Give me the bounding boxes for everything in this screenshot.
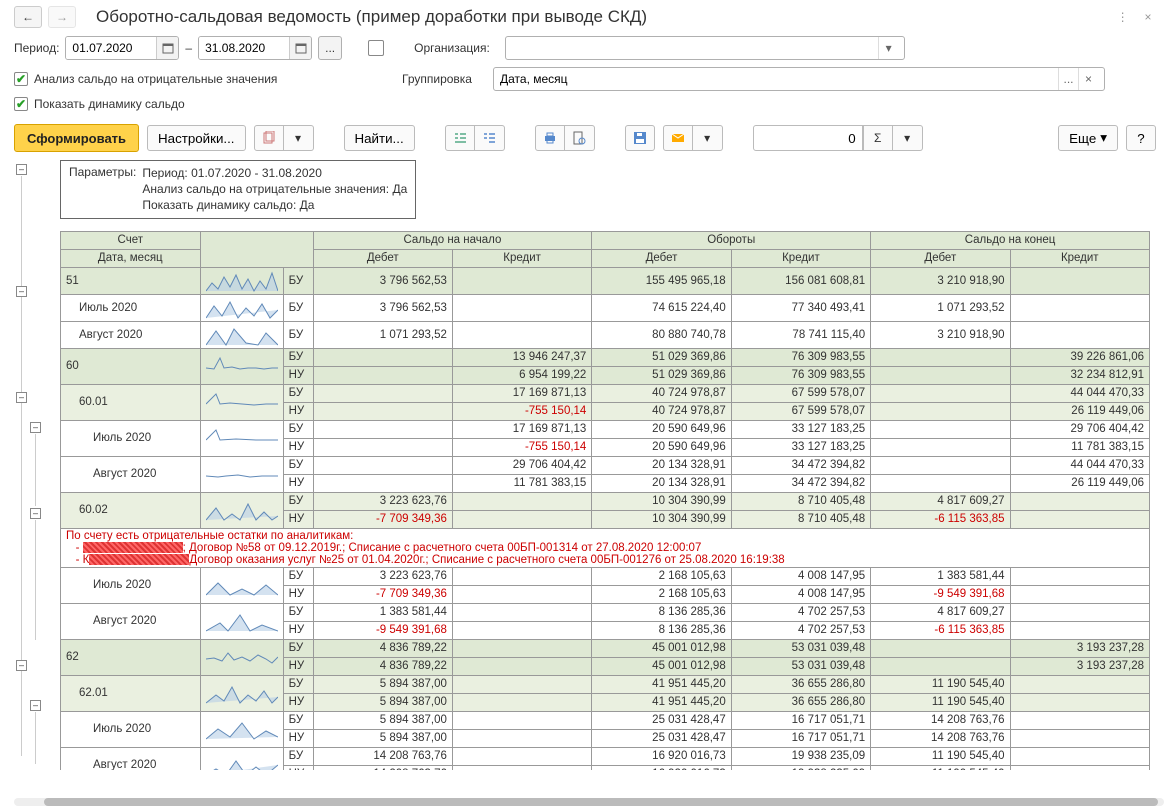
org-enable-checkbox[interactable] <box>368 40 384 56</box>
expand-tree-icon[interactable] <box>445 125 475 151</box>
tree-toggle-62[interactable]: – <box>16 660 27 671</box>
horizontal-scrollbar[interactable] <box>14 798 1164 806</box>
sparkline-icon <box>200 711 283 747</box>
neg-balance-checkbox[interactable] <box>14 72 28 86</box>
sparkline-icon <box>200 567 283 603</box>
th-sd: Дебет <box>313 249 452 267</box>
sparkline-icon <box>200 267 283 294</box>
dynamics-label: Показать динамику сальдо <box>34 97 185 111</box>
sum-input[interactable] <box>753 125 863 151</box>
sigma-icon[interactable]: Σ <box>863 125 893 151</box>
close-icon[interactable]: × <box>1140 9 1156 25</box>
th-period: Дата, месяц <box>61 249 201 267</box>
th-end: Сальдо на конец <box>871 231 1150 249</box>
th-turn: Обороты <box>592 231 871 249</box>
sparkline-icon <box>200 294 283 321</box>
save-icon[interactable] <box>625 125 655 151</box>
th-ec: Кредит <box>1010 249 1149 267</box>
chevron-down-icon[interactable]: ▾ <box>878 37 898 59</box>
print-icon[interactable] <box>535 125 565 151</box>
menu-dots-icon[interactable]: ⋮ <box>1115 9 1131 25</box>
sparkline-icon <box>200 420 283 456</box>
sparkline-icon <box>200 321 283 348</box>
sigma-dd-button[interactable]: ▾ <box>893 125 923 151</box>
neg-balance-label: Анализ сальдо на отрицательные значения <box>34 72 277 86</box>
sparkline-icon <box>200 456 283 492</box>
nav-back-button[interactable]: ← <box>14 6 42 28</box>
more-button[interactable]: Еще ▾ <box>1058 125 1118 151</box>
period-from-input[interactable] <box>66 37 156 59</box>
collapse-tree-icon[interactable] <box>475 125 505 151</box>
org-label: Организация: <box>414 41 499 55</box>
dynamics-checkbox[interactable] <box>14 97 28 111</box>
grouping-del-icon[interactable]: × <box>1078 68 1098 90</box>
period-dash: – <box>185 41 192 55</box>
calendar-to-icon[interactable] <box>289 37 311 59</box>
th-ed: Дебет <box>871 249 1010 267</box>
tree-toggle-51[interactable]: – <box>16 286 27 297</box>
sparkline-icon <box>200 348 283 384</box>
sparkline-icon <box>200 747 283 770</box>
find-button[interactable]: Найти... <box>344 125 415 151</box>
nav-forward-button[interactable]: → <box>48 6 76 28</box>
tree-collapse-root[interactable]: – <box>16 164 27 175</box>
period-picker-button[interactable]: ... <box>318 36 342 60</box>
generate-button[interactable]: Сформировать <box>14 124 139 152</box>
settings-button[interactable]: Настройки... <box>147 125 245 151</box>
sparkline-icon <box>200 675 283 711</box>
tree-gutter: – – – – – – – <box>14 160 58 780</box>
th-start: Сальдо на начало <box>313 231 592 249</box>
mail-icon[interactable] <box>663 125 693 151</box>
grouping-label: Группировка <box>402 72 487 86</box>
th-acct: Счет <box>61 231 201 249</box>
tree-toggle-6001[interactable]: – <box>30 422 41 433</box>
sparkline-icon <box>200 603 283 639</box>
help-button[interactable]: ? <box>1126 125 1156 151</box>
calendar-from-icon[interactable] <box>156 37 178 59</box>
grouping-input[interactable] <box>494 68 1058 90</box>
th-tc: Кредит <box>731 249 870 267</box>
th-sc: Кредит <box>452 249 591 267</box>
window-title: Оборотно-сальдовая ведомость (пример дор… <box>82 7 1103 27</box>
mail-dd-button[interactable]: ▾ <box>693 125 723 151</box>
report-table: Счет Сальдо на начало Обороты Сальдо на … <box>60 231 1150 770</box>
org-combo-input[interactable] <box>506 37 878 59</box>
report-scroll-area[interactable]: Параметры: Период: 01.07.2020 - 31.08.20… <box>60 160 1164 770</box>
negative-remarks-block: По счету есть отрицательные остатки по а… <box>61 528 1150 567</box>
sparkline-icon <box>200 492 283 528</box>
grouping-clear-button[interactable]: ... <box>1058 68 1078 90</box>
sparkline-icon <box>200 639 283 675</box>
tree-toggle-6002[interactable]: – <box>30 508 41 519</box>
tree-toggle-6201[interactable]: – <box>30 700 41 711</box>
copy-dd-button[interactable]: ▾ <box>284 125 314 151</box>
copy-icon-button[interactable] <box>254 125 284 151</box>
params-block: Параметры: Период: 01.07.2020 - 31.08.20… <box>60 160 416 219</box>
period-to-input[interactable] <box>199 37 289 59</box>
preview-icon[interactable] <box>565 125 595 151</box>
th-td: Дебет <box>592 249 731 267</box>
tree-toggle-60[interactable]: – <box>16 392 27 403</box>
sparkline-icon <box>200 384 283 420</box>
period-label: Период: <box>14 41 59 55</box>
row-51-label[interactable]: 51 <box>61 267 201 294</box>
